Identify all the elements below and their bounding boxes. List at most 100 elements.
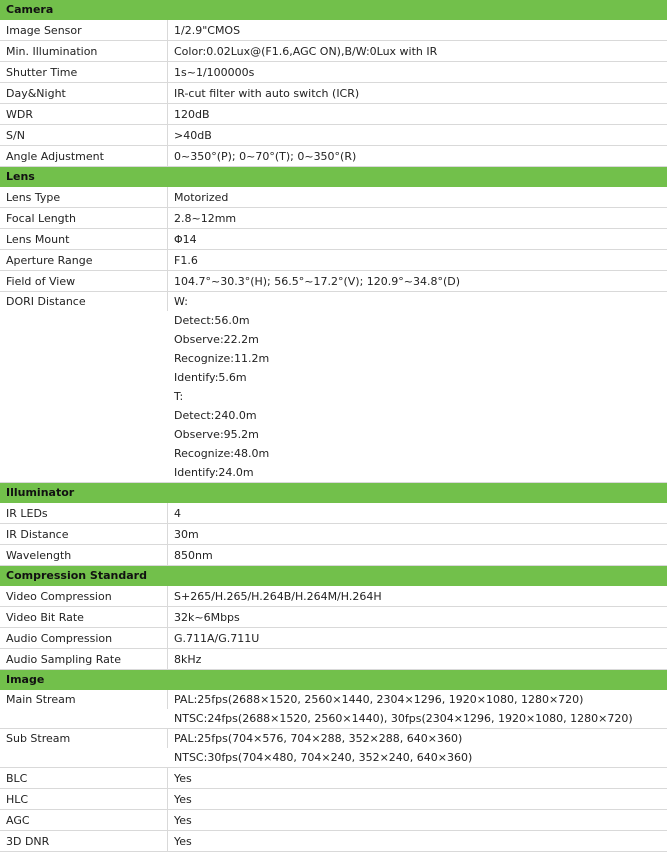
spec-label: Angle Adjustment [0,146,168,167]
spec-value: T: [174,390,184,403]
spec-row: Aperture Range F1.6 [0,250,667,271]
spec-values: 104.7°~30.3°(H); 56.5°~17.2°(V); 120.9°~… [168,271,667,291]
spec-values: 2.8~12mm [168,208,667,228]
spec-values: W: Detect:56.0m Observe:22.2m Recognize:11.… [168,292,667,482]
spec-row: IR Distance 30m [0,524,667,545]
spec-value: 104.7°~30.3°(H); 56.5°~17.2°(V); 120.9°~… [174,275,461,288]
spec-label: AGC [0,810,168,831]
section-header: Illuminator [0,483,667,503]
spec-row: S/N >40dB [0,125,667,146]
spec-row: Image Sensor 1/2.9"CMOS [0,20,667,41]
spec-row: AGC Yes [0,810,667,831]
spec-label: Aperture Range [0,250,168,271]
spec-value: Recognize:11.2m [174,352,270,365]
spec-value: G.711A/G.711U [174,632,260,645]
spec-value: IR-cut filter with auto switch (ICR) [174,87,360,100]
spec-label: Image Sensor [0,20,168,41]
spec-row: Audio Compression G.711A/G.711U [0,628,667,649]
spec-row: Video Compression S+265/H.265/H.264B/H.26… [0,586,667,607]
spec-value: Φ14 [174,233,197,246]
section-header: Compression Standard [0,566,667,586]
spec-row: Day&Night IR-cut filter with auto switch … [0,83,667,104]
spec-row: Focal Length 2.8~12mm [0,208,667,229]
spec-value: Observe:22.2m [174,333,259,346]
spec-value: 1/2.9"CMOS [174,24,241,37]
spec-values: Yes [168,789,667,809]
spec-value: F1.6 [174,254,198,267]
section-header: Image [0,670,667,690]
spec-value: Observe:95.2m [174,428,259,441]
spec-value: Yes [174,772,192,785]
spec-row: Lens Mount Φ14 [0,229,667,250]
spec-values: PAL:25fps(704×576, 704×288, 352×288, 640… [168,729,667,767]
spec-values: Yes [168,768,667,788]
spec-values: 30m [168,524,667,544]
spec-values: 32k~6Mbps [168,607,667,627]
spec-label: DORI Distance [0,292,168,311]
spec-values: 1/2.9"CMOS [168,20,667,40]
spec-label: Wavelength [0,545,168,566]
spec-value: W: [174,295,188,308]
spec-value: Color:0.02Lux@(F1.6,AGC ON),B/W:0Lux wit… [174,45,438,58]
spec-value: 850nm [174,549,213,562]
spec-row: Field of View 104.7°~30.3°(H); 56.5°~17.2… [0,271,667,292]
spec-values: G.711A/G.711U [168,628,667,648]
spec-values: 1s~1/100000s [168,62,667,82]
spec-values: 0~350°(P); 0~70°(T); 0~350°(R) [168,146,667,166]
section-header: Lens [0,167,667,187]
section-header: Camera [0,0,667,20]
spec-value: 8kHz [174,653,202,666]
spec-values: Motorized [168,187,667,207]
spec-row: Min. Illumination Color:0.02Lux@(F1.6,AGC… [0,41,667,62]
spec-value: Motorized [174,191,229,204]
spec-label: 3D DNR [0,831,168,852]
spec-label: Video Compression [0,586,168,607]
spec-label: Audio Sampling Rate [0,649,168,670]
spec-label: IR LEDs [0,503,168,524]
spec-label: IR Distance [0,524,168,545]
spec-values: Yes [168,831,667,851]
spec-value: 4 [174,507,181,520]
spec-values: S+265/H.265/H.264B/H.264M/H.264H [168,586,667,606]
spec-label: Day&Night [0,83,168,104]
spec-values: 4 [168,503,667,523]
spec-row: Main Stream PAL:25fps(2688×1520, 2560×144… [0,690,667,729]
spec-row: Shutter Time 1s~1/100000s [0,62,667,83]
spec-label: Min. Illumination [0,41,168,62]
spec-values: >40dB [168,125,667,145]
spec-value: Recognize:48.0m [174,447,270,460]
spec-value: >40dB [174,129,212,142]
spec-values: PAL:25fps(2688×1520, 2560×1440, 2304×129… [168,690,667,728]
spec-row: DORI Distance W: Detect:56.0m Observe:22.2m… [0,292,667,483]
spec-label: Sub Stream [0,729,168,748]
spec-row: WDR 120dB [0,104,667,125]
spec-value: Yes [174,835,192,848]
spec-label: S/N [0,125,168,146]
spec-label: Shutter Time [0,62,168,83]
spec-value: Yes [174,814,192,827]
spec-label: WDR [0,104,168,125]
spec-label: Focal Length [0,208,168,229]
spec-value: NTSC:24fps(2688×1520, 2560×1440), 30fps(… [174,712,633,725]
spec-row: Audio Sampling Rate 8kHz [0,649,667,670]
spec-row: IR LEDs 4 [0,503,667,524]
spec-values: F1.6 [168,250,667,270]
spec-label: Video Bit Rate [0,607,168,628]
spec-values: 8kHz [168,649,667,669]
spec-value: Identify:5.6m [174,371,247,384]
spec-label: Field of View [0,271,168,292]
spec-row: Angle Adjustment 0~350°(P); 0~70°(T); 0~3… [0,146,667,167]
spec-values: 850nm [168,545,667,565]
spec-label: Lens Type [0,187,168,208]
spec-values: Φ14 [168,229,667,249]
spec-value: 0~350°(P); 0~70°(T); 0~350°(R) [174,150,357,163]
spec-values: Yes [168,810,667,830]
spec-row: Video Bit Rate 32k~6Mbps [0,607,667,628]
spec-values: IR-cut filter with auto switch (ICR) [168,83,667,103]
spec-value: PAL:25fps(2688×1520, 2560×1440, 2304×129… [174,693,584,706]
spec-value: 120dB [174,108,210,121]
spec-row: BLC Yes [0,768,667,789]
spec-value: 2.8~12mm [174,212,237,225]
spec-value: Identify:24.0m [174,466,254,479]
spec-value: Detect:240.0m [174,409,257,422]
